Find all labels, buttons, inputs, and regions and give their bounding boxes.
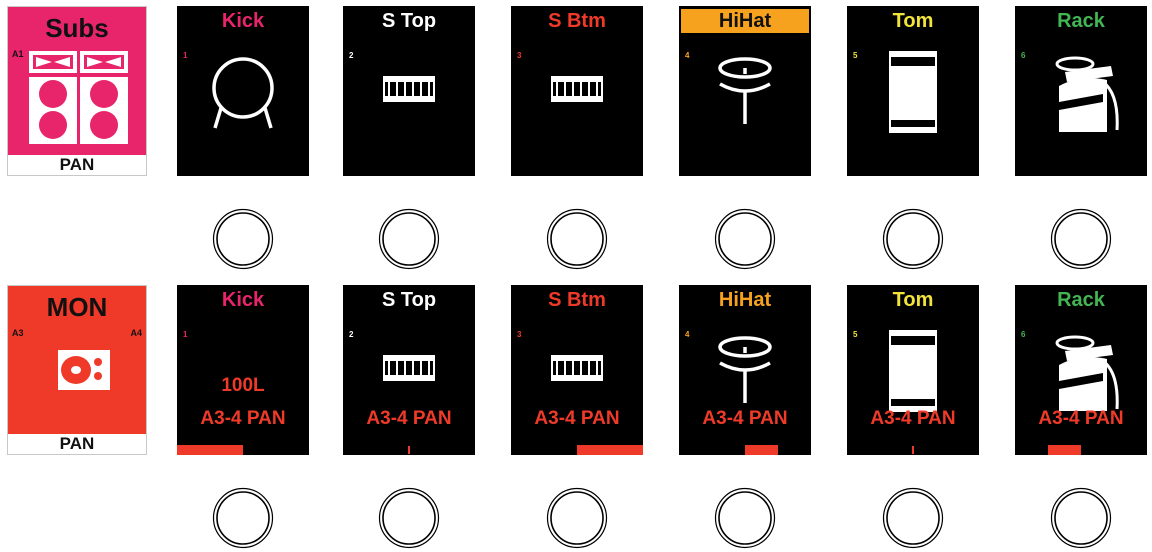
param-label: A3-4 PAN bbox=[366, 408, 452, 429]
channel-strip-rack[interactable]: Rack 6 bbox=[1015, 6, 1147, 176]
cymbal-rack-icon bbox=[1055, 335, 1119, 411]
mon-strip-kick[interactable]: Kick 1 100L A3-4 PAN bbox=[177, 285, 309, 455]
channel-strip-hihat[interactable]: HiHat 4 bbox=[679, 6, 811, 176]
pan-fill bbox=[745, 445, 778, 455]
channel-name: Kick bbox=[221, 289, 265, 311]
snare-drum-icon bbox=[383, 355, 435, 381]
channel-name: S Btm bbox=[548, 289, 606, 311]
kick-drum-icon bbox=[212, 57, 274, 129]
pan-bar bbox=[847, 445, 979, 455]
mon-strip-tom[interactable]: Tom 5 A3-4 PAN bbox=[847, 285, 979, 455]
hihat-icon bbox=[718, 57, 772, 124]
mon-strip-s-top[interactable]: S Top 2 A3-4 PAN bbox=[343, 285, 475, 455]
pan-bar bbox=[511, 445, 643, 455]
hihat-icon bbox=[718, 336, 772, 403]
mon-selector-title: MON bbox=[46, 292, 108, 322]
param-label: A3-4 PAN bbox=[1038, 408, 1124, 429]
knob-mon-ch3[interactable] bbox=[546, 487, 608, 549]
speaker-stack-icon bbox=[29, 51, 128, 144]
channel-strip-tom[interactable]: Tom 5 bbox=[847, 6, 979, 176]
tom-drum-icon bbox=[889, 51, 937, 133]
channel-name: S Btm bbox=[548, 10, 606, 32]
snare-drum-icon bbox=[383, 76, 435, 102]
pan-fill bbox=[1048, 445, 1081, 455]
channel-name: Rack bbox=[1057, 10, 1105, 32]
knob-ch1[interactable] bbox=[212, 208, 274, 270]
param-label: A3-4 PAN bbox=[702, 408, 788, 429]
wedge-monitor-icon bbox=[58, 350, 110, 390]
pan-bar bbox=[1015, 445, 1147, 455]
channel-name: Tom bbox=[892, 10, 934, 32]
pan-bar bbox=[343, 445, 475, 455]
mon-selector-panel: MON A3 A4 bbox=[8, 286, 146, 434]
knob-ch6[interactable] bbox=[1050, 208, 1112, 270]
pan-center-marker bbox=[912, 446, 914, 454]
subs-mode-label: PAN bbox=[8, 155, 146, 175]
tom-drum-icon bbox=[889, 330, 937, 412]
snare-drum-icon bbox=[551, 355, 603, 381]
param-label: A3-4 PAN bbox=[870, 408, 956, 429]
knob-mon-ch5[interactable] bbox=[882, 487, 944, 549]
channel-name: HiHat bbox=[718, 289, 772, 311]
channel-strip-s-btm[interactable]: S Btm 3 bbox=[511, 6, 643, 176]
channel-name: S Top bbox=[381, 289, 437, 311]
channel-name: Kick bbox=[221, 10, 265, 32]
pan-value: 100L bbox=[221, 375, 265, 396]
subs-selector-panel: Subs A1 bbox=[8, 7, 146, 155]
mon-selector[interactable]: MON A3 A4 PAN bbox=[7, 285, 147, 455]
channel-name: HiHat bbox=[681, 9, 809, 33]
channel-strip-s-top[interactable]: S Top 2 bbox=[343, 6, 475, 176]
pan-fill bbox=[577, 445, 643, 455]
subs-selector[interactable]: Subs A1 PAN bbox=[7, 6, 147, 176]
mon-mode-label: PAN bbox=[8, 434, 146, 454]
channel-strip-kick[interactable]: Kick 1 bbox=[177, 6, 309, 176]
param-label: A3-4 PAN bbox=[200, 408, 286, 429]
knob-ch4[interactable] bbox=[714, 208, 776, 270]
knob-mon-ch2[interactable] bbox=[378, 487, 440, 549]
pan-center-marker bbox=[408, 446, 410, 454]
knob-mon-ch4[interactable] bbox=[714, 487, 776, 549]
knob-ch3[interactable] bbox=[546, 208, 608, 270]
pan-bar bbox=[177, 445, 309, 455]
knob-mon-ch1[interactable] bbox=[212, 487, 274, 549]
mon-strip-hihat[interactable]: HiHat 4 A3-4 PAN bbox=[679, 285, 811, 455]
channel-number: 1 bbox=[183, 330, 188, 339]
pan-fill bbox=[177, 445, 243, 455]
mon-strip-rack[interactable]: Rack 6 A3-4 PAN bbox=[1015, 285, 1147, 455]
cymbal-rack-icon bbox=[1055, 56, 1119, 132]
knob-mon-ch6[interactable] bbox=[1050, 487, 1112, 549]
channel-name: Tom bbox=[892, 289, 934, 311]
channel-name: S Top bbox=[381, 10, 437, 32]
subs-selector-title: Subs bbox=[45, 13, 109, 43]
mon-strip-s-btm[interactable]: S Btm 3 A3-4 PAN bbox=[511, 285, 643, 455]
channel-name: Rack bbox=[1057, 289, 1105, 311]
knob-ch5[interactable] bbox=[882, 208, 944, 270]
pan-bar bbox=[679, 445, 811, 455]
knob-ch2[interactable] bbox=[378, 208, 440, 270]
snare-drum-icon bbox=[551, 76, 603, 102]
param-label: A3-4 PAN bbox=[534, 408, 620, 429]
